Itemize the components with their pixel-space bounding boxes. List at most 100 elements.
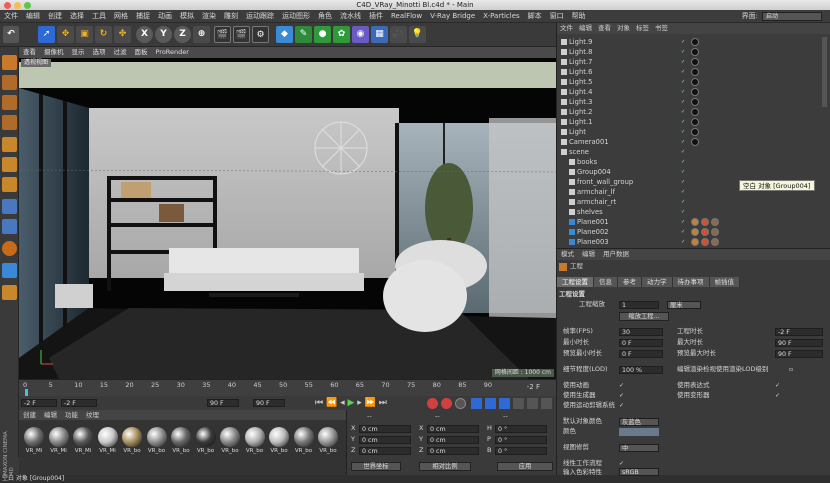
coords-value-field[interactable]: 0 cm (359, 447, 411, 455)
cube-icon[interactable]: ◆ (276, 26, 293, 43)
visibility-dots[interactable]: ✓ (681, 159, 686, 165)
deformer-icon[interactable]: ◉ (352, 26, 369, 43)
material-tag-icon[interactable] (701, 238, 709, 246)
material-swatch[interactable]: VR_bo (317, 426, 339, 456)
visibility-dots[interactable]: ✓ (681, 239, 686, 245)
autokey-icon[interactable] (441, 398, 452, 409)
object-menu-item[interactable]: 编辑 (576, 23, 595, 34)
start-frame-field[interactable]: -2 F (21, 399, 57, 407)
visibility-dots[interactable]: ✓ (681, 199, 686, 205)
render-settings-icon[interactable]: ⚙ (252, 26, 269, 43)
coords-value-field[interactable]: 0 cm (427, 447, 479, 455)
material-menu-item[interactable]: 创建 (19, 410, 40, 420)
input-color-select[interactable]: sRGB (619, 468, 659, 476)
object-scrollbar[interactable] (822, 37, 827, 107)
visibility-dots[interactable]: ✓ (681, 209, 686, 215)
end-frame-field[interactable]: 90 F (253, 399, 285, 407)
coords-value-field[interactable]: 0 cm (427, 425, 479, 433)
menu-item[interactable]: V-Ray Bridge (426, 10, 479, 23)
attribute-tab[interactable]: 信息 (594, 277, 618, 287)
vray-tag-icon[interactable] (691, 38, 699, 46)
zoom-window-button[interactable] (24, 2, 31, 9)
spline-pen-icon[interactable]: ✎ (295, 26, 312, 43)
prev-key-icon[interactable]: ⏪ (326, 398, 337, 408)
object-menu-item[interactable]: 书签 (652, 23, 671, 34)
workplane-mode-icon[interactable] (2, 115, 17, 130)
visibility-dots[interactable]: ✓ (681, 59, 686, 65)
view-clipping-select[interactable]: 中 (619, 444, 659, 452)
grid-icon[interactable] (2, 285, 17, 300)
goto-start-icon[interactable]: ⏮ (315, 398, 323, 408)
coords-value-field[interactable]: 0 cm (359, 436, 411, 444)
min-time-field[interactable]: 0 F (619, 339, 663, 347)
object-row[interactable]: Group004 ✓ (557, 167, 830, 177)
object-menu-item[interactable]: 对象 (614, 23, 633, 34)
material-tag-icon[interactable] (701, 228, 709, 236)
axis-mode-icon[interactable] (2, 199, 17, 214)
subdivision-icon[interactable]: ● (314, 26, 331, 43)
scale-key-icon[interactable] (485, 398, 496, 409)
model-mode-icon[interactable] (2, 75, 17, 90)
material-swatch[interactable]: VR_bo (146, 426, 168, 456)
attribute-tab[interactable]: 帧插值 (709, 277, 740, 287)
material-menu-item[interactable]: 功能 (61, 410, 82, 420)
material-tag-icon[interactable] (691, 238, 699, 246)
object-row[interactable]: Camera001 ✓ (557, 137, 830, 147)
minimize-window-button[interactable] (14, 2, 21, 9)
undo-button[interactable]: ↶ (3, 26, 19, 43)
object-menu-item[interactable]: 查看 (595, 23, 614, 34)
object-row[interactable]: armchair_rt ✓ (557, 197, 830, 207)
object-row[interactable]: Light.7 ✓ (557, 57, 830, 67)
vray-tag-icon[interactable] (691, 128, 699, 136)
array-icon[interactable]: ✿ (333, 26, 350, 43)
attribute-tab[interactable]: 待办事项 (672, 277, 710, 287)
menu-item[interactable]: 选择 (66, 10, 88, 23)
lod-render-checkbox[interactable]: ▫ (789, 366, 796, 373)
z-axis-toggle[interactable]: Z (174, 26, 191, 43)
object-row[interactable]: Light.1 ✓ (557, 117, 830, 127)
keyframe-selection-icon[interactable] (455, 398, 466, 409)
menu-item[interactable]: RealFlow (387, 10, 426, 23)
visibility-dots[interactable]: ✓ (681, 99, 686, 105)
coords-value-field[interactable]: 0 cm (359, 425, 411, 433)
project-scale-field[interactable]: 1 (619, 301, 659, 309)
visibility-dots[interactable]: ✓ (681, 149, 686, 155)
object-row[interactable]: Light.6 ✓ (557, 67, 830, 77)
visibility-dots[interactable]: ✓ (681, 139, 686, 145)
snap-icon[interactable] (2, 241, 17, 256)
timeline-ruler[interactable]: 0 5 10 15 20 25 30 35 40 45 50 55 60 65 70 75 80 85 90 -2 … (19, 379, 556, 396)
playback-controls[interactable]: ⏮ ⏪ ◂ ▶ ▸ ⏩ ⏭ (315, 398, 387, 408)
coords-value-field[interactable]: 0 ° (495, 436, 547, 444)
fps-field[interactable]: 30 (619, 328, 663, 336)
default-color-select[interactable]: 灰蓝色 (619, 418, 659, 426)
texture-mode-icon[interactable] (2, 95, 17, 110)
viewport-menu-item[interactable]: 显示 (68, 47, 89, 58)
visibility-dots[interactable]: ✓ (681, 229, 686, 235)
make-editable-icon[interactable] (2, 55, 17, 70)
viewport-menu-item[interactable]: 查看 (19, 47, 40, 58)
material-swatch[interactable]: VR_Mi (97, 426, 119, 456)
recent-tool-button[interactable]: ✤ (114, 26, 131, 43)
select-tool-button[interactable]: ➚ (38, 26, 55, 43)
material-swatch[interactable]: VR_bo (121, 426, 143, 456)
attribute-menu-item[interactable]: 用户数据 (599, 249, 633, 260)
play-icon[interactable]: ▶ (347, 398, 354, 408)
menu-item[interactable]: X-Particles (479, 10, 523, 23)
material-swatch[interactable]: VR_Mi (48, 426, 70, 456)
material-swatch[interactable]: VR_bo (293, 426, 315, 456)
vray-tag-icon[interactable] (691, 48, 699, 56)
vray-tag-icon[interactable] (691, 98, 699, 106)
floor-icon[interactable]: ▦ (371, 26, 388, 43)
coordinate-system-icon[interactable]: ⊕ (193, 26, 210, 43)
menu-item[interactable]: 插件 (365, 10, 387, 23)
vray-tag-icon[interactable] (691, 58, 699, 66)
lod-field[interactable]: 100 % (619, 366, 663, 374)
viewport-menu-item[interactable]: 选项 (89, 47, 110, 58)
linear-workflow-checkbox[interactable]: ✓ (619, 460, 626, 467)
use-expression-checkbox[interactable]: ✓ (775, 382, 782, 389)
object-row[interactable]: scene ✓ (557, 147, 830, 157)
material-swatch[interactable]: VR_bo (170, 426, 192, 456)
object-row[interactable]: Light.2 ✓ (557, 107, 830, 117)
material-tag-icon[interactable] (691, 218, 699, 226)
viewport-menu-item[interactable]: 面板 (131, 47, 152, 58)
